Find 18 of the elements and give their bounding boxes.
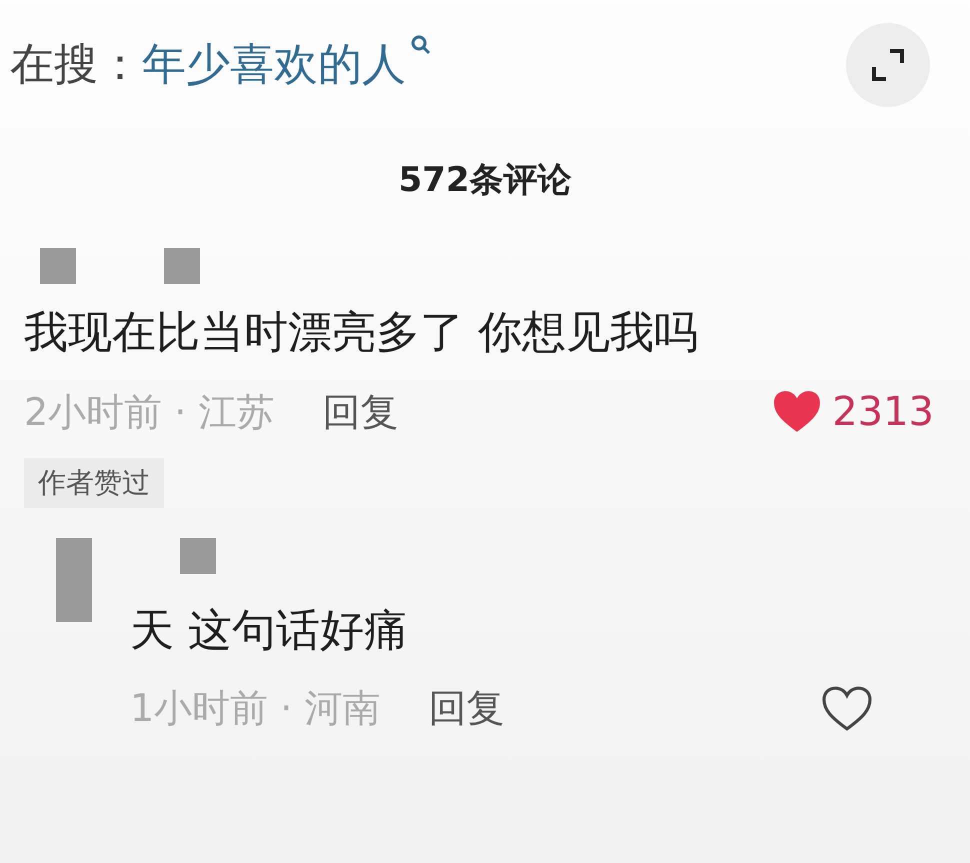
- censored-username: [164, 248, 200, 284]
- reply-link[interactable]: 回复: [428, 680, 504, 737]
- search-label: 在搜：: [10, 38, 142, 92]
- censored-avatar: [40, 248, 76, 284]
- comment-meta: 1小时前 · 河南: [130, 685, 380, 732]
- like-heart-icon[interactable]: [822, 686, 872, 730]
- comment-count: 572条评论: [398, 158, 572, 202]
- comment-meta: 2小时前 · 江苏: [24, 388, 274, 436]
- comment-text: 我现在比当时漂亮多了 你想见我吗: [24, 306, 699, 360]
- search-icon: [412, 36, 430, 54]
- like-count: 2313: [832, 388, 934, 437]
- like-heart-icon[interactable]: [774, 391, 820, 432]
- comment-text: 天 这句话好痛: [130, 604, 409, 658]
- author-liked-tag: 作者赞过: [24, 458, 164, 508]
- censored-username: [180, 538, 216, 574]
- reply-link[interactable]: 回复: [322, 384, 398, 440]
- search-suggestion-link[interactable]: 年少喜欢的人: [142, 32, 432, 98]
- expand-icon: [872, 49, 904, 81]
